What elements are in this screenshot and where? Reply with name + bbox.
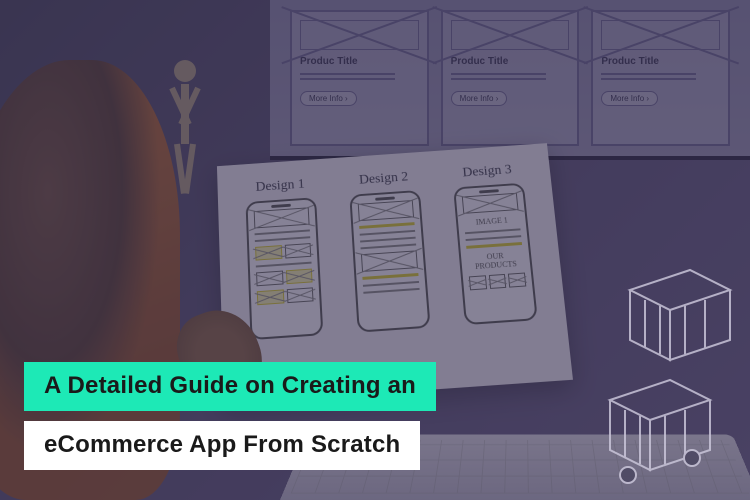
headline-banner: A Detailed Guide on Creating an eCommerc… (24, 362, 436, 470)
hero-image: Produc Title More Info › Produc Title Mo… (0, 0, 750, 500)
headline-line-2: eCommerce App From Scratch (24, 421, 420, 470)
headline-line-1: A Detailed Guide on Creating an (24, 362, 436, 411)
isometric-cart-illustration (490, 240, 750, 500)
